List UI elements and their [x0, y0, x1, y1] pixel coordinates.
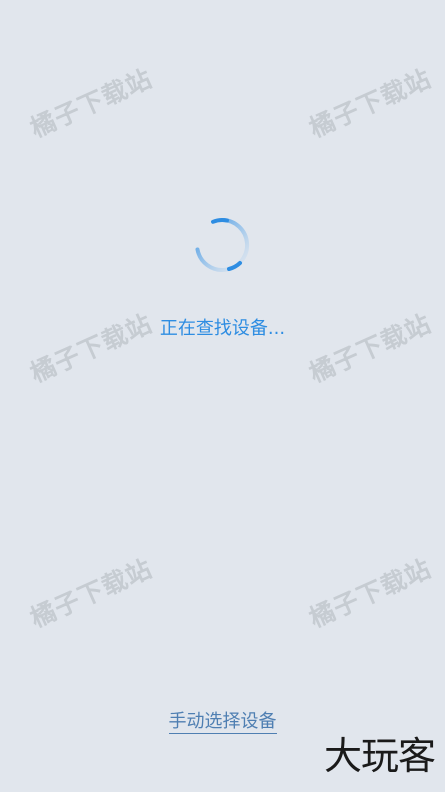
loading-spinner-icon: [193, 216, 251, 274]
watermark-text: 橘子下载站: [305, 63, 436, 144]
watermark-text: 橘子下载站: [305, 553, 436, 634]
brand-logo: 大玩客: [323, 734, 436, 778]
watermark-text: 橘子下载站: [26, 553, 157, 634]
device-search-screen: 橘子下载站 橘子下载站 橘子下载站 橘子下载站 橘子下载站 橘子下载站 正在查找…: [0, 0, 445, 792]
searching-status-text: 正在查找设备...: [159, 318, 286, 339]
watermark-text: 橘子下载站: [26, 63, 157, 144]
manual-select-device-link[interactable]: 手动选择设备: [168, 711, 277, 734]
